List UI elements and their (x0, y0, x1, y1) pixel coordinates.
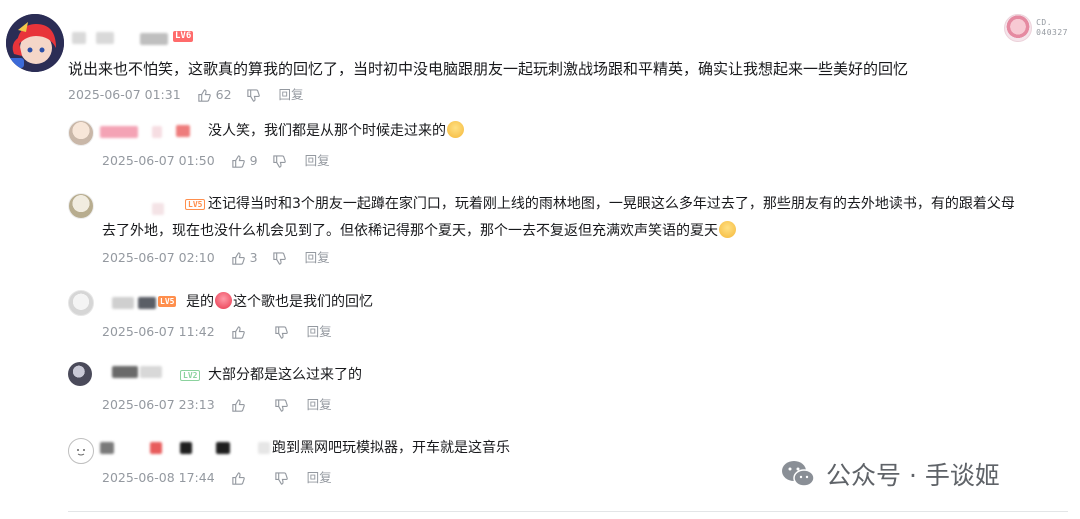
dislike-button[interactable] (272, 251, 287, 266)
reply-avatar[interactable] (68, 120, 94, 146)
comment-date: 2025-06-07 02:10 (102, 250, 215, 265)
dislike-button[interactable] (274, 398, 289, 413)
like-button[interactable]: 3 (231, 248, 272, 268)
reply-button[interactable]: 回复 (307, 395, 332, 415)
dislike-button[interactable] (246, 88, 261, 103)
thumbs-down-icon (272, 154, 286, 168)
thumbs-up-icon (231, 251, 245, 265)
thumbs-up-icon (197, 88, 211, 102)
reply-content: 没人笑，我们都是从那个时候走过来的 (208, 118, 465, 144)
reply-meta: 2025-06-07 11:42 回复 (102, 322, 332, 342)
main-comment-username[interactable] (72, 32, 86, 44)
reply-meta: 2025-06-08 17:44 回复 (102, 468, 332, 488)
reply-username-4 (216, 442, 230, 454)
smile-emoji-icon (447, 121, 464, 138)
dislike-button[interactable] (274, 471, 289, 486)
reply-meta: 2025-06-07 01:50 9 回复 (102, 151, 330, 171)
comment-date: 2025-06-07 23:13 (102, 397, 215, 412)
like-button[interactable] (231, 325, 274, 340)
reply-username[interactable] (152, 203, 164, 215)
like-button[interactable]: 62 (197, 85, 246, 105)
like-button[interactable] (231, 398, 274, 413)
reply-username[interactable] (112, 297, 134, 309)
like-button[interactable] (231, 471, 274, 486)
thumbs-up-icon (231, 398, 245, 412)
main-comment-level-badge: LV6 (173, 31, 194, 42)
reply-content: 是的 这个歌也是我们的回忆 (186, 292, 373, 310)
reply-username[interactable] (100, 442, 114, 454)
reply-meta: 2025-06-07 02:10 3 回复 (102, 248, 330, 268)
wechat-watermark: 公众号 · 手谈姬 (780, 456, 1000, 492)
reply-username-2 (152, 126, 162, 138)
main-comment-username-3 (140, 33, 168, 45)
reply-username-5 (258, 442, 270, 454)
watermark-text: 公众号 · 手谈姬 (826, 461, 1000, 490)
reply-username-2 (138, 297, 156, 309)
main-comment-avatar[interactable] (6, 14, 64, 72)
reply-level-badge: LV5 (158, 296, 177, 307)
main-comment-content: 说出来也不怕笑，这歌真的算我的回忆了，当时初中没电脑跟朋友一起玩刺激战场跟和平精… (68, 60, 909, 78)
reply-content: 还记得当时和3个朋友一起蹲在家门口，玩着刚上线的雨林地图，一晃眼这么多年过去了，… (208, 196, 1015, 212)
main-comment-meta: 2025-06-07 01:31 62 回复 (68, 85, 304, 105)
like-count: 3 (249, 250, 258, 265)
comment-date: 2025-06-07 01:31 (68, 87, 181, 102)
reply-username[interactable] (112, 366, 138, 378)
heart-eyes-emoji-icon (215, 292, 232, 309)
reply-avatar[interactable] (68, 193, 94, 219)
reply-button[interactable]: 回复 (279, 85, 304, 105)
reply-username-2 (140, 366, 162, 378)
badge-text: CD. 040327 (1036, 18, 1068, 37)
thumbs-down-icon (272, 251, 286, 265)
reply-username-3 (176, 125, 190, 137)
thumbs-down-icon (274, 325, 288, 339)
reply-meta: 2025-06-07 23:13 回复 (102, 395, 332, 415)
badge-avatar (1004, 14, 1033, 42)
reply-username[interactable] (100, 126, 138, 138)
bottom-divider (68, 511, 1068, 512)
reply-level-badge: LV5 (185, 199, 206, 210)
reply-username-3 (180, 442, 192, 454)
like-count: 62 (215, 87, 232, 102)
thumbs-up-icon (231, 471, 245, 485)
thumbs-up-icon (231, 325, 245, 339)
fan-badge: CD. 040327 (1004, 14, 1068, 42)
main-comment-username-2 (96, 32, 114, 44)
reply-button[interactable]: 回复 (307, 468, 332, 488)
thumbs-down-icon (274, 471, 288, 485)
reply-button[interactable]: 回复 (305, 151, 330, 171)
wechat-icon (782, 461, 815, 487)
reply-username-2 (150, 442, 162, 454)
dislike-button[interactable] (272, 154, 287, 169)
reply-content: 跑到黑网吧玩模拟器，开车就是这音乐 (272, 440, 510, 456)
reply-button[interactable]: 回复 (305, 248, 330, 268)
reply-level-badge: LV2 (180, 370, 201, 381)
reply-content-line2: 去了外地，现在也没什么机会见到了。但依稀记得那个夏天，那个一去不复返但充满欢声笑… (102, 218, 737, 244)
like-count: 9 (249, 153, 258, 168)
reply-avatar[interactable] (68, 290, 94, 316)
thumbs-down-icon (246, 88, 260, 102)
like-button[interactable]: 9 (231, 151, 272, 171)
reply-button[interactable]: 回复 (307, 322, 332, 342)
face-icon (77, 449, 85, 456)
dislike-button[interactable] (274, 325, 289, 340)
sunglasses-emoji-icon (719, 221, 736, 238)
comment-date: 2025-06-08 17:44 (102, 470, 215, 485)
thumbs-down-icon (274, 398, 288, 412)
thumbs-up-icon (231, 154, 245, 168)
reply-content: 大部分都是这么过来了的 (208, 367, 362, 383)
comment-date: 2025-06-07 11:42 (102, 324, 215, 339)
reply-avatar[interactable] (68, 438, 94, 464)
reply-avatar[interactable] (68, 362, 92, 386)
comment-date: 2025-06-07 01:50 (102, 153, 215, 168)
